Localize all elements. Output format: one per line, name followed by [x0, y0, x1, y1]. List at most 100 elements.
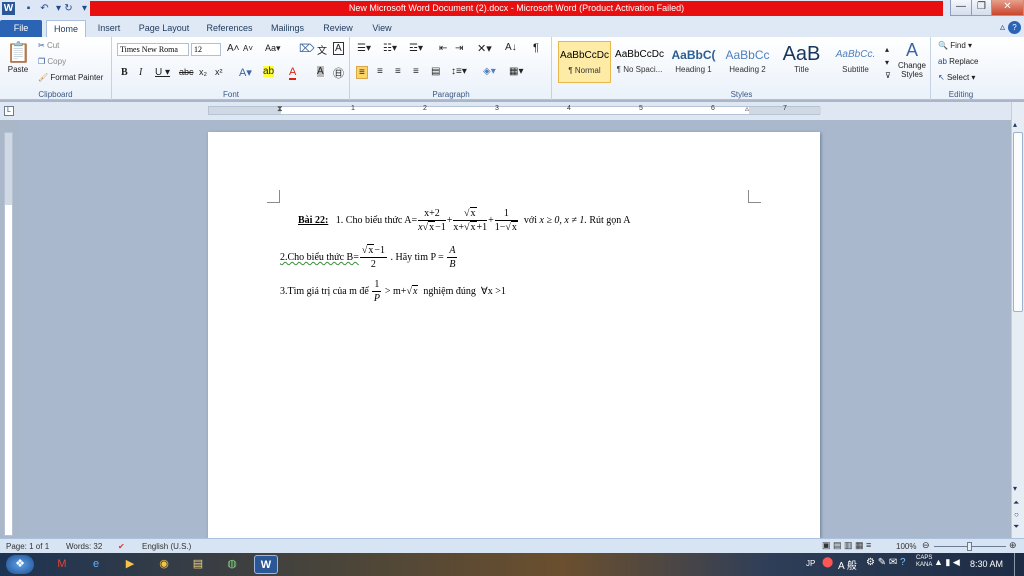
font-color-icon[interactable]: A [289, 66, 297, 80]
word-app-icon[interactable]: W [2, 2, 15, 15]
bullets-icon[interactable]: ☰▾ [357, 43, 371, 54]
find-button[interactable]: 🔍 Find ▾ [938, 41, 972, 50]
justify-icon[interactable]: ≡ [413, 66, 419, 77]
tab-page-layout[interactable]: Page Layout [134, 20, 194, 37]
shrink-font-icon[interactable]: A˅ [243, 44, 253, 53]
proofing-icon[interactable]: ✔ [118, 542, 125, 551]
ime-tools-icon[interactable]: ⚙ ✎ ✉ [866, 557, 897, 568]
language-indicator[interactable]: JP [806, 559, 815, 568]
tab-insert[interactable]: Insert [90, 20, 128, 37]
zoom-slider-thumb[interactable] [967, 542, 972, 551]
style-heading-2[interactable]: AaBbCc Heading 2 [721, 41, 774, 83]
ime-mode[interactable]: A 般 [838, 557, 857, 572]
vertical-scrollbar[interactable]: ▴ ▾ ⏶ ○ ⏷ [1011, 102, 1024, 538]
horizontal-ruler[interactable]: 1 2 3 4 5 6 7 ⧗ ▵ [208, 104, 821, 115]
right-indent-marker-icon[interactable]: ▵ [745, 104, 749, 113]
text-effects-icon[interactable]: A▾ [239, 66, 252, 79]
italic-icon[interactable]: I [139, 67, 142, 78]
replace-button[interactable]: ab Replace [938, 57, 979, 66]
redo-icon[interactable]: ↻ [62, 2, 75, 15]
app-taskbar-icon[interactable]: ◍ [220, 555, 244, 574]
superscript-icon[interactable]: x² [215, 67, 223, 77]
grow-font-icon[interactable]: A˄ [227, 43, 240, 54]
style-no-spacing[interactable]: AaBbCcDc ¶ No Spaci... [613, 41, 666, 83]
tab-home[interactable]: Home [46, 20, 86, 37]
strikethrough-icon[interactable]: abc [179, 67, 194, 77]
ie-taskbar-icon[interactable]: e [84, 555, 108, 574]
start-button[interactable]: ❖ [6, 555, 34, 574]
scroll-up-icon[interactable]: ▴ [1013, 120, 1017, 129]
explorer-taskbar-icon[interactable]: ▤ [186, 555, 210, 574]
line-spacing-icon[interactable]: ↕≡▾ [451, 66, 467, 77]
center-icon[interactable]: ≡ [377, 66, 383, 77]
problem-line-1[interactable]: Bài 22: 1. Cho biểu thức A= x+2 x√x−1 + √x x+… [298, 207, 630, 234]
tray-icons[interactable]: ▲ ▮ ◀ [934, 557, 960, 568]
media-player-taskbar-icon[interactable]: ▶ [118, 555, 142, 574]
show-formatting-marks-icon[interactable]: ¶ [533, 42, 539, 54]
borders-icon[interactable]: ▦▾ [509, 66, 523, 77]
increase-indent-icon[interactable]: ⇥ [455, 43, 463, 54]
align-right-icon[interactable]: ≡ [395, 66, 401, 77]
numbering-icon[interactable]: ☷▾ [383, 43, 397, 54]
font-name-combo[interactable]: Times New Roma [117, 43, 189, 56]
align-left-icon[interactable]: ≡ [356, 66, 368, 79]
character-shading-icon[interactable]: A [317, 66, 324, 77]
scroll-thumb[interactable] [1013, 132, 1023, 312]
language[interactable]: English (U.S.) [142, 542, 191, 551]
undo-icon[interactable]: ↶ [38, 2, 51, 15]
tab-view[interactable]: View [366, 20, 398, 37]
tab-references[interactable]: References [202, 20, 257, 37]
bold-icon[interactable]: B [121, 67, 128, 78]
shading-icon[interactable]: ◈▾ [483, 66, 496, 77]
style-heading-1[interactable]: AaBbC( Heading 1 [667, 41, 720, 83]
style-normal[interactable]: AaBbCcDc ¶ Normal [558, 41, 611, 83]
vertical-ruler[interactable] [4, 132, 13, 536]
problem-line-2[interactable]: 2.Cho biểu thức B= √x−1 2 . Hãy tìm P = AB [280, 244, 458, 271]
select-browse-object-icon[interactable]: ○ [1014, 510, 1019, 519]
tab-review[interactable]: Review [318, 20, 358, 37]
chrome-taskbar-icon[interactable]: ◉ [152, 555, 176, 574]
cut-button[interactable]: ✂ Cut [38, 41, 59, 50]
phonetic-guide-icon[interactable]: 文 [317, 42, 327, 57]
clock[interactable]: 8:30 AM [970, 559, 1003, 569]
change-styles-button[interactable]: A Change Styles [896, 39, 928, 79]
subscript-icon[interactable]: x₂ [199, 67, 207, 77]
change-case-icon[interactable]: Aa▾ [265, 43, 281, 54]
multilevel-list-icon[interactable]: ☲▾ [409, 43, 423, 54]
gmail-taskbar-icon[interactable]: M [50, 555, 74, 574]
style-title[interactable]: AaB Title [775, 41, 828, 83]
tab-selector-icon[interactable]: L [4, 106, 14, 116]
indent-marker-icon[interactable]: ⧗ [277, 104, 283, 114]
zoom-in-icon[interactable]: ⊕ [1009, 540, 1017, 551]
copy-button[interactable]: ❐ Copy [38, 57, 66, 66]
style-subtitle[interactable]: AaBbCc. Subtitle [829, 41, 882, 83]
paste-button[interactable]: 📋 Paste [6, 40, 31, 78]
previous-page-icon[interactable]: ⏶ [1013, 498, 1019, 508]
highlight-icon[interactable]: ab [263, 66, 275, 77]
help-tray-icon[interactable]: ? [900, 557, 906, 568]
zoom-out-icon[interactable]: ⊖ [922, 540, 930, 551]
show-desktop-button[interactable] [1014, 553, 1024, 576]
word-taskbar-icon[interactable]: W [254, 555, 278, 574]
save-icon[interactable]: ▪ [22, 2, 35, 15]
word-count[interactable]: Words: 32 [66, 542, 102, 551]
character-border-icon[interactable]: A [333, 42, 344, 55]
format-painter-button[interactable]: 🖌 Format Painter [38, 73, 103, 82]
tab-file[interactable]: File [0, 20, 42, 37]
next-page-icon[interactable]: ⏷ [1013, 522, 1019, 532]
distributed-icon[interactable]: ▤ [431, 66, 440, 77]
decrease-indent-icon[interactable]: ⇤ [439, 43, 447, 54]
view-buttons-icon[interactable]: ▣ ▤ ▥ ▦ ≡ [822, 540, 871, 551]
zoom-level[interactable]: 100% [896, 542, 916, 551]
asian-layout-icon[interactable]: ✕▾ [477, 42, 492, 55]
page-count[interactable]: Page: 1 of 1 [6, 542, 49, 551]
sort-icon[interactable]: A↓ [505, 42, 517, 53]
close-button[interactable]: ✕ [991, 0, 1024, 16]
enclose-characters-icon[interactable]: ㊐ [333, 65, 344, 81]
restore-button[interactable]: ❐ [971, 0, 992, 16]
minimize-button[interactable]: — [950, 0, 972, 16]
ime-icon[interactable]: ⬤ [822, 557, 833, 568]
font-size-combo[interactable]: 12 [191, 43, 221, 56]
select-button[interactable]: ↖ Select ▾ [938, 73, 975, 82]
styles-scroll-icon[interactable]: ▴ ▾ ⊽ [885, 43, 891, 82]
